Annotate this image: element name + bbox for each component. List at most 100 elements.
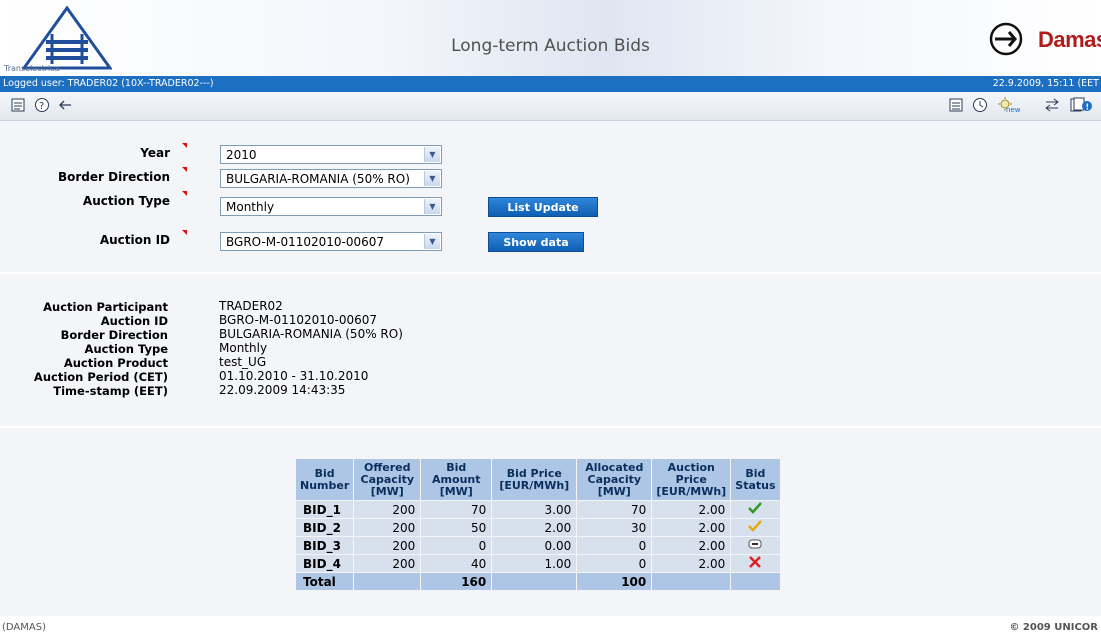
table-row: BID_2 200 50 2.00 30 2.00 (296, 519, 780, 536)
bid-price-cell: 1.00 (492, 555, 577, 572)
info-label: Border Direction (60, 328, 168, 342)
empty-cell (492, 573, 577, 590)
bid-status-cell (731, 555, 780, 572)
total-bid-amount-cell: 160 (421, 573, 492, 590)
empty-cell (731, 573, 780, 590)
info-value: TRADER02 (219, 299, 283, 313)
list-update-button[interactable]: List Update (488, 197, 598, 217)
auction-price-cell: 2.00 (652, 555, 731, 572)
bid-amount-cell: 70 (421, 501, 492, 518)
allocated-capacity-cell: 0 (577, 555, 652, 572)
chevron-down-icon: ▼ (424, 147, 440, 162)
show-data-button[interactable]: Show data (488, 232, 584, 252)
bids-table: Bid Number Offered Capacity [MW] Bid Amount[… (295, 458, 781, 591)
col-allocated-capacity: Allocated Capacity [MW] (577, 459, 652, 500)
offered-capacity-cell: 200 (354, 519, 421, 536)
offered-capacity-cell: 200 (354, 555, 421, 572)
table-row: BID_1 200 70 3.00 70 2.00 (296, 501, 780, 518)
col-offered-capacity: Offered Capacity [MW] (354, 459, 421, 500)
info-label: Auction Participant (43, 300, 168, 314)
allocated-capacity-cell: 0 (577, 537, 652, 554)
info-value: test_UG (219, 355, 267, 369)
auction-id-label: Auction ID (99, 233, 170, 247)
damas-logo-text: Damas (1038, 27, 1101, 52)
bid-number-cell: BID_3 (296, 537, 354, 554)
exchange-icon[interactable] (1044, 97, 1060, 113)
bid-number-cell: BID_2 (296, 519, 354, 536)
table-row: BID_3 200 0 0.00 0 2.00 (296, 537, 780, 554)
required-marker-icon (182, 143, 187, 148)
bids-panel: Bid Number Offered Capacity [MW] Bid Amount[… (0, 428, 1101, 616)
svg-text:?: ? (39, 101, 44, 112)
table-total-row: Total 160 100 (296, 573, 780, 590)
table-row: BID_4 200 40 1.00 0 2.00 (296, 555, 780, 572)
empty-cell (354, 573, 421, 590)
info-label: Time-stamp (EET) (53, 384, 168, 398)
auction-type-label: Auction Type (82, 194, 170, 208)
logo-caption: Transelectrica (4, 64, 60, 73)
col-bid-number: Bid Number (296, 459, 354, 500)
auction-price-cell: 2.00 (652, 519, 731, 536)
bid-status-cell (731, 501, 780, 518)
bid-amount-cell: 0 (421, 537, 492, 554)
bid-amount-cell: 50 (421, 519, 492, 536)
info-label: Auction Product (63, 356, 168, 370)
bid-price-cell: 2.00 (492, 519, 577, 536)
help-icon[interactable]: ? (34, 97, 50, 113)
col-bid-status: Bid Status (731, 459, 780, 500)
col-bid-amount: Bid Amount [MW] (421, 459, 492, 500)
allocated-capacity-cell: 30 (577, 519, 652, 536)
clock-icon[interactable] (972, 97, 988, 113)
required-marker-icon (182, 230, 187, 235)
bid-number-cell: BID_1 (296, 501, 354, 518)
info-value: BGRO-M-01102010-00607 (219, 313, 378, 327)
check-icon (748, 502, 763, 514)
minus-icon (748, 539, 762, 549)
bid-price-cell: 0.00 (492, 537, 577, 554)
year-value: 2010 (226, 148, 257, 162)
info-value: 01.10.2010 - 31.10.2010 (219, 369, 369, 383)
year-label: Year (140, 146, 170, 160)
total-allocated-capacity-cell: 100 (577, 573, 652, 590)
bid-status-cell (731, 537, 780, 554)
year-select[interactable]: 2010 ▼ (220, 145, 442, 164)
footer-copyright: © 2009 UNICOR (1009, 622, 1098, 633)
auction-type-select[interactable]: Monthly ▼ (220, 197, 442, 216)
bid-price-cell: 3.00 (492, 501, 577, 518)
bid-number-cell: BID_4 (296, 555, 354, 572)
info-label: Auction ID (100, 314, 168, 328)
required-marker-icon (182, 167, 187, 172)
auction-id-select[interactable]: BGRO-M-01102010-00607 ▼ (220, 232, 442, 251)
info-value: 22.09.2009 14:43:35 (219, 383, 346, 397)
partial-check-icon (748, 520, 763, 532)
border-direction-label: Border Direction (57, 170, 170, 184)
back-arrow-icon[interactable] (57, 97, 73, 113)
report-icon[interactable] (10, 97, 26, 113)
footer-app-name: (DAMAS) (2, 622, 46, 633)
auction-price-cell: 2.00 (652, 501, 731, 518)
datetime: 22.9.2009, 15:11 (EET (992, 78, 1099, 89)
total-label-cell: Total (296, 573, 354, 590)
status-bar: Logged user: TRADER02 (10X--TRADER02---)… (0, 76, 1101, 92)
svg-text:new: new (1006, 106, 1020, 113)
list-icon[interactable] (948, 97, 964, 113)
col-bid-price: Bid Price [EUR/MWh] (492, 459, 577, 500)
offered-capacity-cell: 200 (354, 537, 421, 554)
documents-info-icon[interactable]: ! (1070, 97, 1092, 113)
border-direction-select[interactable]: BULGARIA-ROMANIA (50% RO) ▼ (220, 169, 442, 188)
info-label: Auction Type (84, 342, 168, 356)
table-header-row: Bid Number Offered Capacity [MW] Bid Amount[… (296, 459, 780, 500)
filter-form: Year 2010 ▼ Border Direction BULGARIA-RO… (0, 121, 1101, 274)
bid-amount-cell: 40 (421, 555, 492, 572)
allocated-capacity-cell: 70 (577, 501, 652, 518)
info-label: Auction Period (CET) (33, 370, 168, 384)
offered-capacity-cell: 200 (354, 501, 421, 518)
info-value: BULGARIA-ROMANIA (50% RO) (219, 327, 403, 341)
auction-info-panel: Auction Participant TRADER02 Auction ID … (0, 274, 1101, 428)
required-marker-icon (182, 191, 187, 196)
new-icon[interactable]: new (996, 97, 1020, 113)
chevron-down-icon: ▼ (424, 199, 440, 214)
info-value: Monthly (219, 341, 268, 355)
auction-type-value: Monthly (226, 200, 275, 214)
empty-cell (652, 573, 731, 590)
